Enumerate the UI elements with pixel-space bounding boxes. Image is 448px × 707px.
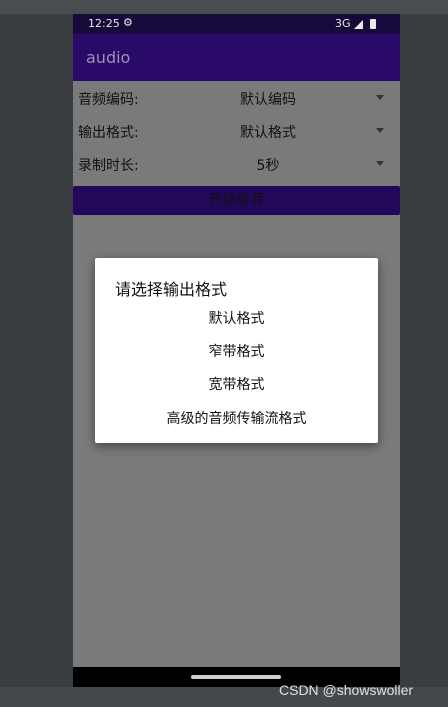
record-duration-spinner[interactable]: 5秒 <box>203 155 333 175</box>
app-title: audio <box>86 48 131 67</box>
dialog-option-narrowband[interactable]: 窄带格式 <box>95 336 378 369</box>
app-bar: audio <box>73 34 400 81</box>
dialog-option-adts[interactable]: 高级的音频传输流格式 <box>95 403 378 436</box>
record-duration-label: 录制时长: <box>78 158 139 174</box>
audio-encoder-row[interactable]: 音频编码: 默认编码 <box>73 81 400 114</box>
watermark: CSDN @showswoller <box>279 682 414 698</box>
start-recording-button[interactable]: 开始录音 <box>73 186 400 215</box>
dialog-title: 请选择输出格式 <box>115 280 228 299</box>
battery-icon <box>370 19 376 29</box>
output-format-spinner[interactable]: 默认格式 <box>203 122 333 142</box>
record-duration-row[interactable]: 录制时长: 5秒 <box>73 147 400 180</box>
output-format-dialog: 请选择输出格式 默认格式 窄带格式 宽带格式 高级的音频传输流格式 <box>95 258 378 443</box>
output-format-row[interactable]: 输出格式: 默认格式 <box>73 114 400 147</box>
signal-icon <box>354 20 363 29</box>
network-type: 3G <box>335 17 351 30</box>
dropdown-arrow-icon[interactable] <box>376 161 384 166</box>
dialog-option-wideband[interactable]: 宽带格式 <box>95 369 378 402</box>
output-format-label: 输出格式: <box>78 125 139 141</box>
audio-encoder-label: 音频编码: <box>78 92 139 108</box>
settings-gear-icon: ⚙ <box>123 16 133 29</box>
home-gesture-handle[interactable] <box>191 675 281 679</box>
dropdown-arrow-icon[interactable] <box>376 95 384 100</box>
status-bar: 12:25 ⚙ 3G <box>73 14 400 34</box>
dropdown-arrow-icon[interactable] <box>376 128 384 133</box>
status-time: 12:25 <box>88 17 120 30</box>
dialog-option-default[interactable]: 默认格式 <box>95 303 378 336</box>
window-top-strip <box>0 0 448 14</box>
audio-encoder-spinner[interactable]: 默认编码 <box>203 89 333 109</box>
